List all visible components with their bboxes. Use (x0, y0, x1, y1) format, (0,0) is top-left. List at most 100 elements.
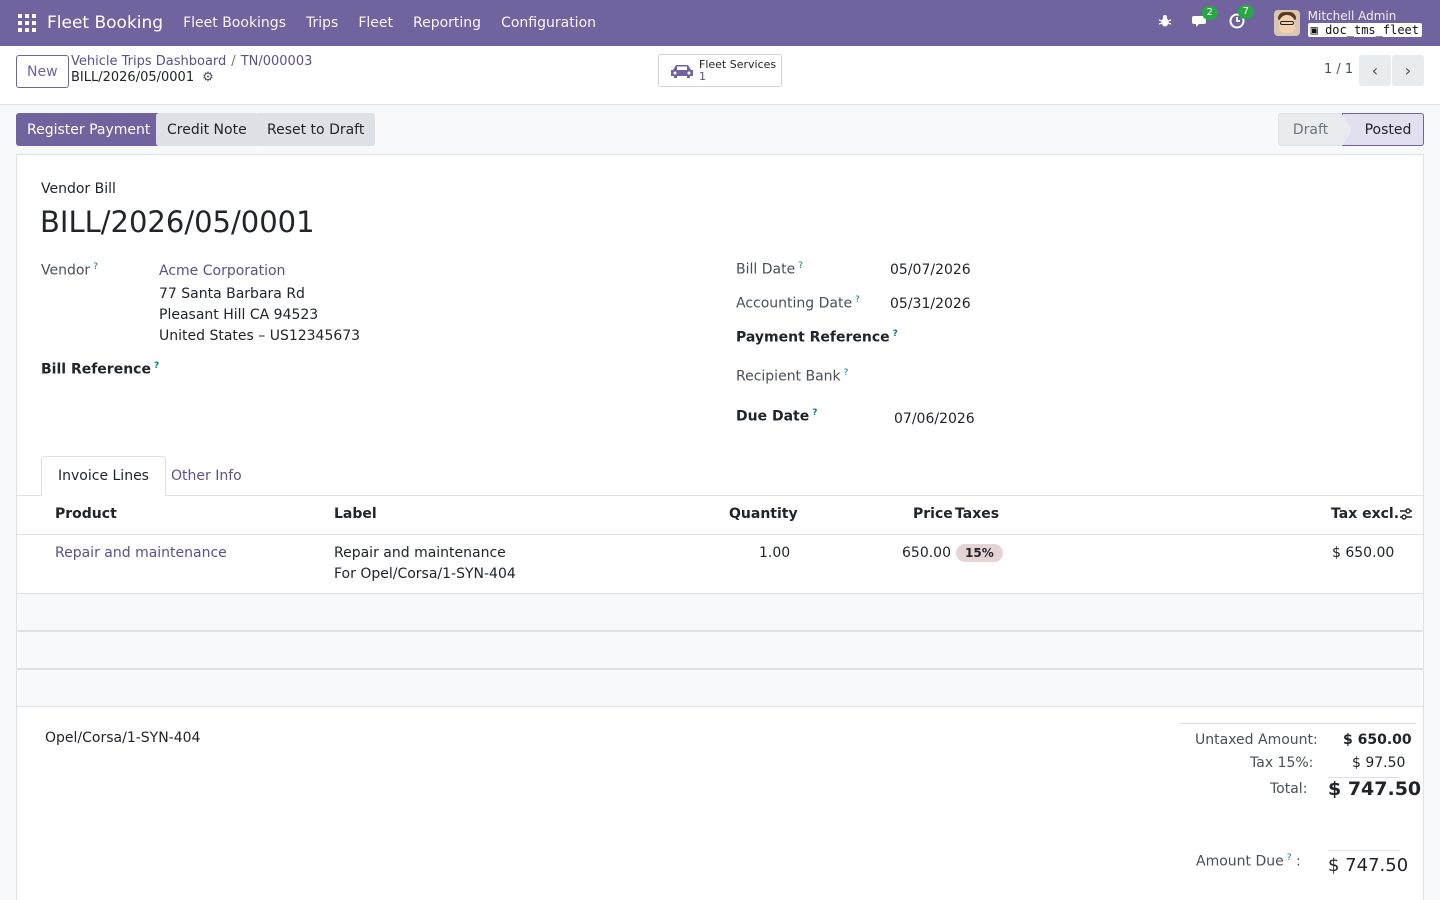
form-sheet: Vendor Bill BILL/2026/05/0001 Vendor? Ac… (16, 154, 1424, 900)
debug-bug-icon[interactable] (1156, 14, 1174, 32)
menu-trips[interactable]: Trips (296, 15, 348, 31)
status-bar: Draft Posted (1278, 113, 1424, 146)
new-button[interactable]: New (16, 55, 69, 88)
chevron-right-icon: › (1404, 61, 1412, 80)
fleet-services-smart-button[interactable]: Fleet Services 1 (658, 54, 782, 87)
breadcrumb-vehicle-trips-dashboard[interactable]: Vehicle Trips Dashboard (71, 54, 226, 69)
activities-count-badge: 7 (1237, 5, 1254, 19)
line-label-detail[interactable]: For Opel/Corsa/1-SYN-404 (334, 566, 516, 582)
activities-clock-icon[interactable]: 7 (1228, 5, 1254, 33)
tax-amount-label: Tax 15%: (1250, 755, 1314, 771)
accounting-date-label: Accounting Date? (736, 295, 860, 312)
table-header-divider (17, 534, 1423, 535)
column-header-price[interactable]: Price (913, 506, 953, 522)
chevron-left-icon: ‹ (1371, 61, 1379, 80)
line-tax-badge[interactable]: 15% (956, 544, 1003, 562)
menu-configuration[interactable]: Configuration (491, 15, 606, 31)
menu-reporting[interactable]: Reporting (403, 15, 491, 31)
tax-amount-value: $ 97.50 (1352, 755, 1406, 771)
line-product[interactable]: Repair and maintenance (55, 545, 227, 561)
vendor-label: Vendor? (41, 262, 98, 279)
move-type-label: Vendor Bill (41, 181, 116, 197)
status-posted[interactable]: Posted (1342, 113, 1424, 146)
pager-value[interactable]: 1 / 1 (1324, 62, 1353, 77)
help-tooltip-icon[interactable]: ? (93, 262, 98, 272)
amount-due-divider (1328, 850, 1400, 851)
breadcrumb: Vehicle Trips Dashboard / TN/000003 (71, 54, 312, 69)
smart-button-label: Fleet Services (699, 57, 777, 71)
systray: 2 7 Mitchell Admin ▣ doc_tms_fleet (1138, 0, 1422, 46)
bill-date-label: Bill Date? (736, 261, 803, 278)
help-tooltip-icon[interactable]: ? (154, 361, 159, 371)
bill-number: BILL/2026/05/0001 (40, 205, 315, 239)
bill-reference-label: Bill Reference? (41, 361, 160, 378)
totals-divider (1179, 723, 1416, 724)
amount-due-value: $ 747.50 (1328, 855, 1409, 876)
help-tooltip-icon[interactable]: ? (812, 408, 817, 418)
user-menu[interactable]: Mitchell Admin ▣ doc_tms_fleet (1307, 9, 1422, 37)
vendor-field[interactable]: Acme Corporation (159, 263, 285, 279)
line-quantity[interactable]: 1.00 (759, 545, 790, 561)
action-bar: Register Payment Credit Note Reset to Dr… (0, 105, 1440, 154)
empty-table-row[interactable] (17, 593, 1423, 631)
vendor-address-line: 77 Santa Barbara Rd (159, 286, 305, 302)
help-tooltip-icon[interactable]: ? (893, 329, 898, 339)
narration-text[interactable]: Opel/Corsa/1-SYN-404 (45, 730, 200, 746)
gear-icon[interactable]: ⚙ (202, 70, 214, 85)
total-label: Total: (1270, 781, 1308, 797)
help-tooltip-icon[interactable]: ? (844, 368, 849, 378)
pager-next-button[interactable]: › (1392, 55, 1424, 86)
app-name[interactable]: Fleet Booking (47, 13, 163, 33)
register-payment-button[interactable]: Register Payment (16, 113, 162, 146)
line-label[interactable]: Repair and maintenance (334, 545, 506, 561)
untaxed-amount-value: $ 650.00 (1343, 732, 1412, 748)
breadcrumb-separator: / (231, 54, 236, 69)
messages-count-badge: 2 (1201, 5, 1218, 20)
reset-to-draft-button[interactable]: Reset to Draft (256, 113, 376, 146)
menu-fleet[interactable]: Fleet (348, 15, 403, 31)
messages-chat-icon[interactable]: 2 (1192, 5, 1218, 33)
payment-reference-label: Payment Reference? (736, 329, 898, 346)
help-tooltip-icon[interactable]: ? (855, 295, 860, 305)
smart-button-count: 1 (699, 69, 706, 83)
vendor-address-line: United States – US12345673 (159, 328, 361, 344)
help-tooltip-icon[interactable]: ? (1287, 853, 1292, 863)
menu-fleet-bookings[interactable]: Fleet Bookings (173, 15, 296, 31)
column-header-label[interactable]: Label (334, 506, 377, 522)
car-icon (671, 64, 693, 78)
record-title: BILL/2026/05/0001 ⚙ (71, 70, 214, 85)
database-name: ▣ doc_tms_fleet (1307, 23, 1422, 37)
bill-date-field[interactable]: 05/07/2026 (890, 262, 971, 278)
record-name: BILL/2026/05/0001 (71, 70, 195, 85)
amount-due-label: Amount Due? : (1196, 853, 1301, 870)
untaxed-amount-label: Untaxed Amount: (1195, 732, 1318, 748)
apps-menu-icon[interactable] (18, 14, 36, 32)
column-header-quantity[interactable]: Quantity (729, 506, 798, 522)
empty-table-row[interactable] (17, 631, 1423, 669)
column-header-taxes[interactable]: Taxes (955, 506, 999, 522)
tab-invoice-lines[interactable]: Invoice Lines (41, 456, 166, 496)
due-date-label: Due Date? (736, 408, 818, 425)
empty-table-row[interactable] (17, 669, 1423, 707)
tab-other-info[interactable]: Other Info (155, 456, 258, 496)
credit-note-button[interactable]: Credit Note (156, 113, 258, 146)
due-date-field[interactable]: 07/06/2026 (894, 411, 975, 427)
tab-divider (17, 495, 1423, 496)
help-tooltip-icon[interactable]: ? (798, 261, 803, 271)
user-avatar[interactable] (1273, 10, 1300, 36)
pager-previous-button[interactable]: ‹ (1359, 55, 1391, 86)
line-subtotal: $ 650.00 (1332, 545, 1395, 561)
column-header-product[interactable]: Product (55, 506, 117, 522)
user-name: Mitchell Admin (1307, 9, 1397, 23)
optional-columns-sliders-icon[interactable] (1399, 507, 1413, 521)
main-menu: Fleet Bookings Trips Fleet Reporting Con… (173, 15, 606, 31)
top-navbar: Fleet Booking Fleet Bookings Trips Fleet… (0, 0, 1440, 46)
vendor-address-line: Pleasant Hill CA 94523 (159, 307, 319, 323)
line-price[interactable]: 650.00 (902, 545, 951, 561)
accounting-date-field[interactable]: 05/31/2026 (890, 296, 971, 312)
status-draft[interactable]: Draft (1278, 113, 1342, 146)
total-value: $ 747.50 (1328, 778, 1422, 800)
recipient-bank-label: Recipient Bank? (736, 368, 849, 385)
breadcrumb-trip[interactable]: TN/000003 (241, 54, 313, 69)
column-header-tax-excl[interactable]: Tax excl. (1331, 506, 1399, 522)
